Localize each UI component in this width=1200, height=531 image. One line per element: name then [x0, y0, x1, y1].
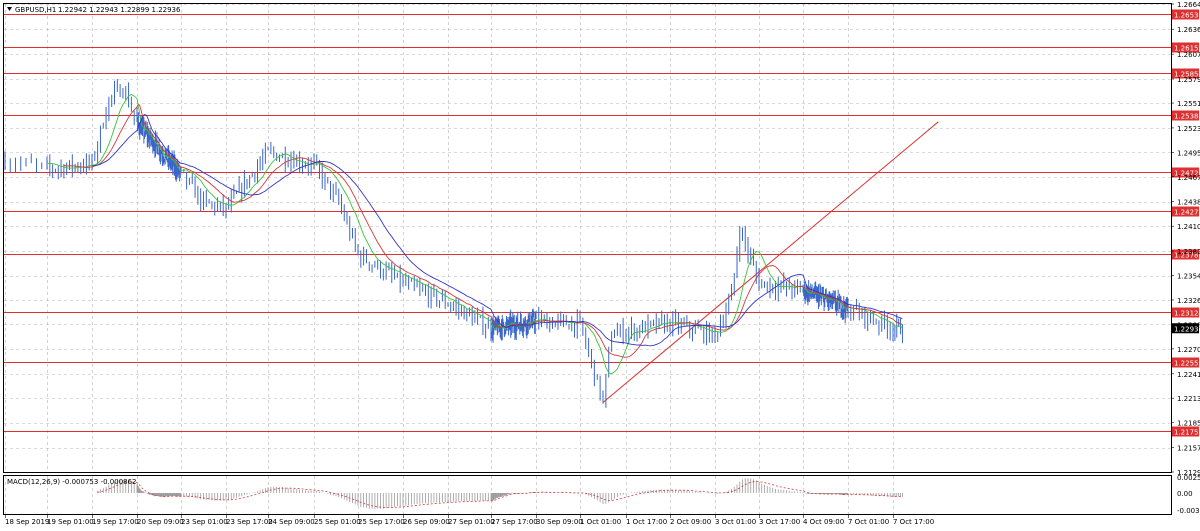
macd-tick-label: -0.003294 [1177, 507, 1200, 515]
price-tick-label: 1.25515 [1177, 100, 1200, 108]
price-tick-label: 1.21855 [1177, 420, 1200, 428]
price-tick-label: 1.22415 [1177, 371, 1200, 379]
price-tick-label: 1.22135 [1177, 395, 1200, 403]
price-tick-label: 1.24950 [1177, 149, 1200, 157]
trading-chart[interactable]: 1.265391.261571.258541.253821.247271.242… [0, 0, 1200, 531]
time-tick-label: 7 Oct 17:00 [893, 518, 934, 526]
time-tick-label: 1 Oct 01:00 [580, 518, 621, 526]
current-price-label: 1.22936 [1174, 325, 1200, 333]
price-tick-label: 1.24385 [1177, 199, 1200, 207]
time-tick-label: 23 Sep 17:00 [226, 518, 273, 526]
price-tick-label: 1.26075 [1177, 51, 1200, 59]
time-tick-label: 26 Sep 09:00 [403, 518, 450, 526]
macd-label: MACD(12,26,9) -0.000753 -0.000862 [7, 478, 136, 486]
level-price-label: 1.21759 [1174, 429, 1200, 437]
price-tick-label: 1.25790 [1177, 76, 1200, 84]
price-tick-label: 1.24670 [1177, 174, 1200, 182]
price-tick-label: 1.22700 [1177, 346, 1200, 354]
price-tick-label: 1.21570 [1177, 445, 1200, 453]
level-price-label: 1.26539 [1174, 12, 1200, 20]
price-tick-label: 1.23820 [1177, 248, 1200, 256]
price-tick-label: 1.23540 [1177, 273, 1200, 281]
time-tick-label: 24 Sep 09:00 [268, 518, 315, 526]
time-tick-label: 3 Oct 01:00 [715, 518, 756, 526]
time-tick-label: 19 Sep 01:00 [47, 518, 94, 526]
time-tick-label: 25 Sep 01:00 [314, 518, 361, 526]
price-tick-label: 1.25230 [1177, 125, 1200, 133]
time-tick-label: 25 Sep 17:00 [358, 518, 405, 526]
macd-tick-label: 0.00 [1177, 490, 1193, 498]
symbol-label: GBPUSD,H1 [15, 6, 56, 14]
time-tick-label: 30 Sep 09:00 [536, 518, 583, 526]
time-tick-label: 4 Oct 09:00 [803, 518, 844, 526]
time-tick-label: 18 Sep 2019 [5, 518, 49, 526]
macd-tick-label: 0.002587 [1177, 474, 1200, 482]
time-tick-label: 27 Sep 17:00 [491, 518, 538, 526]
time-tick-label: 7 Oct 01:00 [848, 518, 889, 526]
price-tick-label: 1.24105 [1177, 223, 1200, 231]
chart-canvas[interactable]: 1.265391.261571.258541.253821.247271.242… [0, 0, 1200, 531]
time-tick-label: 3 Oct 17:00 [759, 518, 800, 526]
time-tick-label: 20 Sep 09:00 [137, 518, 184, 526]
time-tick-label: 27 Sep 01:00 [448, 518, 495, 526]
time-tick-label: 19 Sep 17:00 [92, 518, 139, 526]
level-price-label: 1.23124 [1174, 310, 1200, 318]
level-price-label: 1.24275 [1174, 209, 1200, 217]
price-tick-label: 1.23260 [1177, 297, 1200, 305]
level-price-label: 1.22555 [1174, 360, 1200, 368]
time-tick-label: 23 Sep 01:00 [181, 518, 228, 526]
time-tick-label: 2 Oct 09:00 [670, 518, 711, 526]
level-price-label: 1.25382 [1174, 113, 1200, 121]
time-tick-label: 1 Oct 17:00 [626, 518, 667, 526]
price-tick-label: 1.26360 [1177, 26, 1200, 34]
price-tick-label: 1.26649 [1177, 1, 1200, 9]
ohlc-label: 1.22942 1.22943 1.22899 1.22936 [58, 6, 181, 14]
